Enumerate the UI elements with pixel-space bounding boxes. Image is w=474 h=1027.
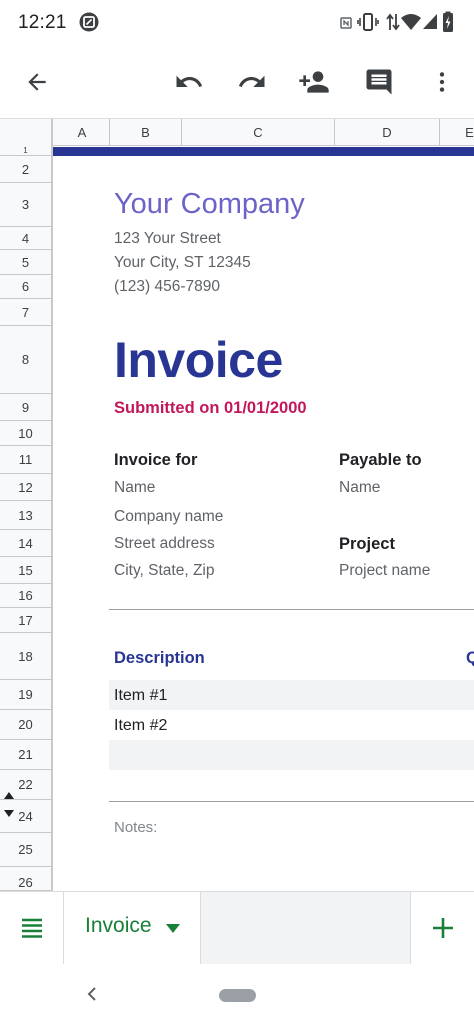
status-bar: 12:21	[0, 0, 474, 46]
item-row[interactable]	[109, 740, 474, 770]
column-header-e[interactable]: E	[440, 119, 474, 146]
row-header-26[interactable]: 26	[0, 867, 51, 891]
invoice-for-city[interactable]: City, State, Zip	[114, 562, 215, 580]
description-header[interactable]: Description	[114, 649, 205, 668]
invoice-for-label[interactable]: Invoice for	[114, 451, 197, 470]
row-header-21[interactable]: 21	[0, 740, 51, 770]
next-column-header-partial[interactable]: Q	[466, 649, 474, 668]
payable-to-name[interactable]: Name	[339, 479, 380, 497]
sheet-tab-bar: Invoice	[0, 891, 474, 964]
column-header-b[interactable]: B	[110, 119, 182, 146]
add-person-icon[interactable]	[292, 60, 336, 104]
row-header-6[interactable]: 6	[0, 275, 51, 299]
row-header-9[interactable]: 9	[0, 394, 51, 421]
status-time: 12:21	[18, 12, 67, 33]
row-header-12[interactable]: 12	[0, 474, 51, 501]
nfc-icon	[340, 16, 352, 34]
header-banner	[53, 147, 474, 156]
back-arrow-icon[interactable]	[15, 60, 59, 104]
more-vert-icon[interactable]	[420, 60, 464, 104]
tab-dropdown-icon[interactable]	[166, 924, 180, 933]
invoice-for-company[interactable]: Company name	[114, 508, 223, 526]
screenshot-icon	[78, 11, 100, 38]
vibrate-icon	[357, 12, 379, 37]
project-label[interactable]: Project	[339, 535, 395, 554]
submitted-date-cell[interactable]: Submitted on 01/01/2000	[114, 399, 307, 418]
notes-label[interactable]: Notes:	[114, 819, 157, 836]
battery-charging-icon	[442, 11, 454, 38]
wifi-icon	[400, 13, 422, 36]
city-cell[interactable]: Your City, ST 12345	[114, 254, 251, 272]
row-header-13[interactable]: 13	[0, 501, 51, 530]
invoice-for-name[interactable]: Name	[114, 479, 155, 497]
sheet-content[interactable]: Your Company 123 Your Street Your City, …	[53, 146, 474, 891]
row-header-7[interactable]: 7	[0, 299, 51, 326]
spreadsheet-grid[interactable]: A B C D E 1 2 3 4 5 6 7 8 9 10 11 12 13 …	[0, 118, 474, 891]
sheet-tab-label: Invoice	[85, 914, 152, 937]
row-header-15[interactable]: 15	[0, 557, 51, 584]
data-arrows-icon	[386, 12, 400, 37]
row-header-18[interactable]: 18	[0, 633, 51, 680]
column-header-a[interactable]: A	[55, 119, 110, 146]
project-name[interactable]: Project name	[339, 562, 430, 580]
row-header-20[interactable]: 20	[0, 710, 51, 740]
row-header-4[interactable]: 4	[0, 227, 51, 250]
row-header-2[interactable]: 2	[0, 156, 51, 183]
comment-icon[interactable]	[357, 60, 401, 104]
row-header-1[interactable]: 1	[0, 146, 51, 156]
signal-icon	[422, 13, 438, 35]
item-2-cell[interactable]: Item #2	[114, 717, 167, 735]
add-sheet-icon[interactable]	[410, 892, 474, 964]
nav-back-icon[interactable]	[80, 982, 104, 1006]
column-header-bar: A B C D E	[0, 118, 474, 146]
row-header-25[interactable]: 25	[0, 833, 51, 867]
row-header-16[interactable]: 16	[0, 584, 51, 608]
app-toolbar	[0, 46, 474, 118]
row-header-5[interactable]: 5	[0, 250, 51, 275]
sheets-list-icon[interactable]	[0, 892, 64, 964]
invoice-for-street[interactable]: Street address	[114, 535, 215, 553]
redo-icon[interactable]	[230, 60, 274, 104]
select-all-corner[interactable]	[0, 119, 53, 146]
row-header-10[interactable]: 10	[0, 421, 51, 446]
row-header-11[interactable]: 11	[0, 446, 51, 474]
expand-down-icon[interactable]	[4, 804, 14, 822]
row-header-19[interactable]: 19	[0, 680, 51, 710]
row-header-3[interactable]: 3	[0, 183, 51, 227]
payable-to-label[interactable]: Payable to	[339, 451, 422, 470]
divider-bottom	[109, 801, 474, 802]
column-header-d[interactable]: D	[335, 119, 440, 146]
row-header-14[interactable]: 14	[0, 530, 51, 557]
row-header-bar: 1 2 3 4 5 6 7 8 9 10 11 12 13 14 15 16 1…	[0, 146, 53, 891]
divider-top	[109, 609, 474, 610]
sheet-tab-invoice[interactable]: Invoice	[64, 892, 201, 964]
item-1-cell[interactable]: Item #1	[114, 687, 167, 705]
company-name-cell[interactable]: Your Company	[114, 188, 305, 221]
column-header-c[interactable]: C	[182, 119, 335, 146]
system-nav-bar	[0, 964, 474, 1027]
row-header-8[interactable]: 8	[0, 326, 51, 394]
street-cell[interactable]: 123 Your Street	[114, 230, 221, 248]
phone-cell[interactable]: (123) 456-7890	[114, 278, 220, 296]
nav-home-pill[interactable]	[219, 989, 256, 1002]
undo-icon[interactable]	[167, 60, 211, 104]
invoice-title-cell[interactable]: Invoice	[114, 331, 283, 389]
collapse-up-icon[interactable]	[4, 786, 14, 804]
row-header-17[interactable]: 17	[0, 608, 51, 633]
